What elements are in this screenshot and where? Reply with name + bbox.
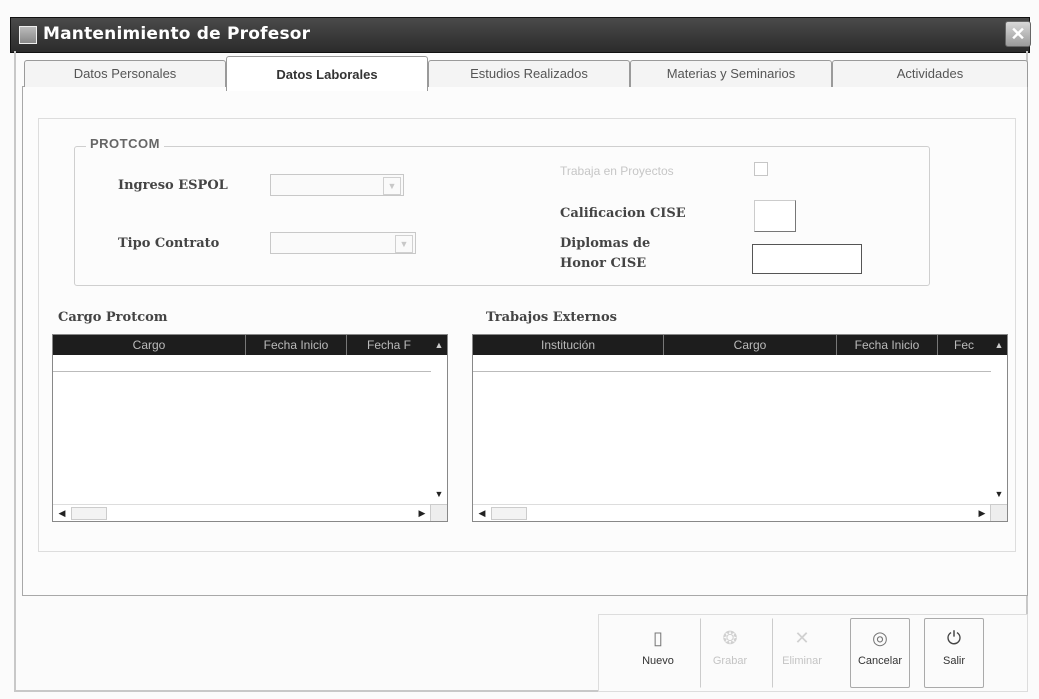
title-bar: Mantenimiento de Profesor ✕: [10, 17, 1031, 53]
new-document-icon: ▯: [653, 628, 663, 648]
tipo-contrato-select[interactable]: ▼: [270, 232, 416, 254]
column-header-fecha-inicio[interactable]: Fecha Inicio: [837, 335, 938, 355]
cancelar-label: Cancelar: [857, 655, 903, 667]
cargo-protcom-title: Cargo Protcom: [58, 310, 168, 325]
horizontal-scrollbar[interactable]: ◀ ▶: [473, 504, 991, 521]
tipo-contrato-label: Tipo Contrato: [118, 236, 220, 251]
chevron-down-icon: ▼: [383, 177, 401, 195]
scroll-down-icon[interactable]: ▼: [992, 487, 1006, 501]
scrollbar-thumb[interactable]: [71, 507, 107, 520]
exit-icon: ⏻: [946, 628, 962, 648]
scrollbar-thumb[interactable]: [491, 507, 527, 520]
column-header-fecha-fin[interactable]: Fec: [938, 335, 990, 355]
column-header-cargo[interactable]: Cargo: [53, 335, 246, 355]
scroll-corner: [990, 504, 1007, 521]
eliminar-button[interactable]: ✕ Eliminar: [772, 618, 832, 688]
save-icon: ❂: [722, 628, 738, 648]
grabar-button[interactable]: ❂ Grabar: [700, 618, 760, 688]
scroll-up-icon[interactable]: ▲: [432, 338, 446, 352]
close-button[interactable]: ✕: [1005, 21, 1031, 47]
column-header-fecha-fin[interactable]: Fecha F: [347, 335, 431, 355]
trabaja-proyectos-checkbox[interactable]: [754, 162, 768, 176]
scroll-down-icon[interactable]: ▼: [432, 487, 446, 501]
tab-datos-personales[interactable]: Datos Personales: [24, 60, 226, 87]
diplomas-honor-label-line1: Diplomas de: [560, 236, 651, 251]
scroll-right-icon[interactable]: ▶: [415, 506, 429, 520]
window-title: Mantenimiento de Profesor: [43, 24, 311, 44]
scroll-left-icon[interactable]: ◀: [475, 506, 489, 520]
grid-header: Cargo Fecha Inicio Fecha F: [53, 335, 447, 355]
salir-label: Salir: [942, 655, 965, 667]
nuevo-label: Nuevo: [642, 655, 674, 667]
grid-header: Institución Cargo Fecha Inicio Fec: [473, 335, 1007, 355]
delete-icon: ✕: [794, 628, 810, 648]
cancelar-button[interactable]: ◎ Cancelar: [850, 618, 910, 688]
diplomas-honor-label-line2: Honor CISE: [560, 256, 647, 271]
tab-materias-seminarios[interactable]: Materias y Seminarios: [630, 60, 832, 87]
column-header-institucion[interactable]: Institución: [473, 335, 664, 355]
eliminar-label: Eliminar: [782, 655, 822, 667]
trabajos-externos-grid[interactable]: Institución Cargo Fecha Inicio Fec ▲ ▼ ◀…: [472, 334, 1008, 522]
column-header-fecha-inicio[interactable]: Fecha Inicio: [246, 335, 347, 355]
cancel-icon: ◎: [872, 628, 888, 648]
window-frame-left: [14, 51, 16, 691]
table-row[interactable]: [53, 355, 431, 372]
nuevo-button[interactable]: ▯ Nuevo: [628, 618, 688, 688]
horizontal-scrollbar[interactable]: ◀ ▶: [53, 504, 431, 521]
diplomas-honor-input[interactable]: [752, 244, 862, 274]
scroll-left-icon[interactable]: ◀: [55, 506, 69, 520]
close-icon: ✕: [1010, 24, 1026, 44]
calificacion-cise-label: Calificacion CISE: [560, 206, 686, 221]
cargo-protcom-grid[interactable]: Cargo Fecha Inicio Fecha F ▲ ▼ ◀ ▶: [52, 334, 448, 522]
tab-actividades[interactable]: Actividades: [832, 60, 1028, 87]
salir-button[interactable]: ⏻ Salir: [924, 618, 984, 688]
scroll-up-icon[interactable]: ▲: [992, 338, 1006, 352]
tab-estudios-realizados[interactable]: Estudios Realizados: [428, 60, 630, 87]
app-icon: [19, 26, 37, 44]
scroll-right-icon[interactable]: ▶: [975, 506, 989, 520]
column-header-cargo[interactable]: Cargo: [664, 335, 837, 355]
calificacion-cise-spinner[interactable]: [754, 200, 796, 232]
protcom-legend: PROTCOM: [86, 136, 164, 151]
trabaja-proyectos-label: Trabaja en Proyectos: [560, 164, 674, 178]
tab-datos-laborales[interactable]: Datos Laborales: [226, 56, 428, 91]
chevron-down-icon: ▼: [395, 235, 413, 253]
ingreso-espol-date-picker[interactable]: ▼: [270, 174, 404, 196]
grabar-label: Grabar: [712, 655, 748, 667]
trabajos-externos-title: Trabajos Externos: [486, 310, 617, 325]
app-window: Mantenimiento de Profesor ✕ Datos Person…: [0, 0, 1039, 699]
table-row[interactable]: [473, 355, 991, 372]
ingreso-espol-label: Ingreso ESPOL: [118, 178, 228, 193]
scroll-corner: [430, 504, 447, 521]
